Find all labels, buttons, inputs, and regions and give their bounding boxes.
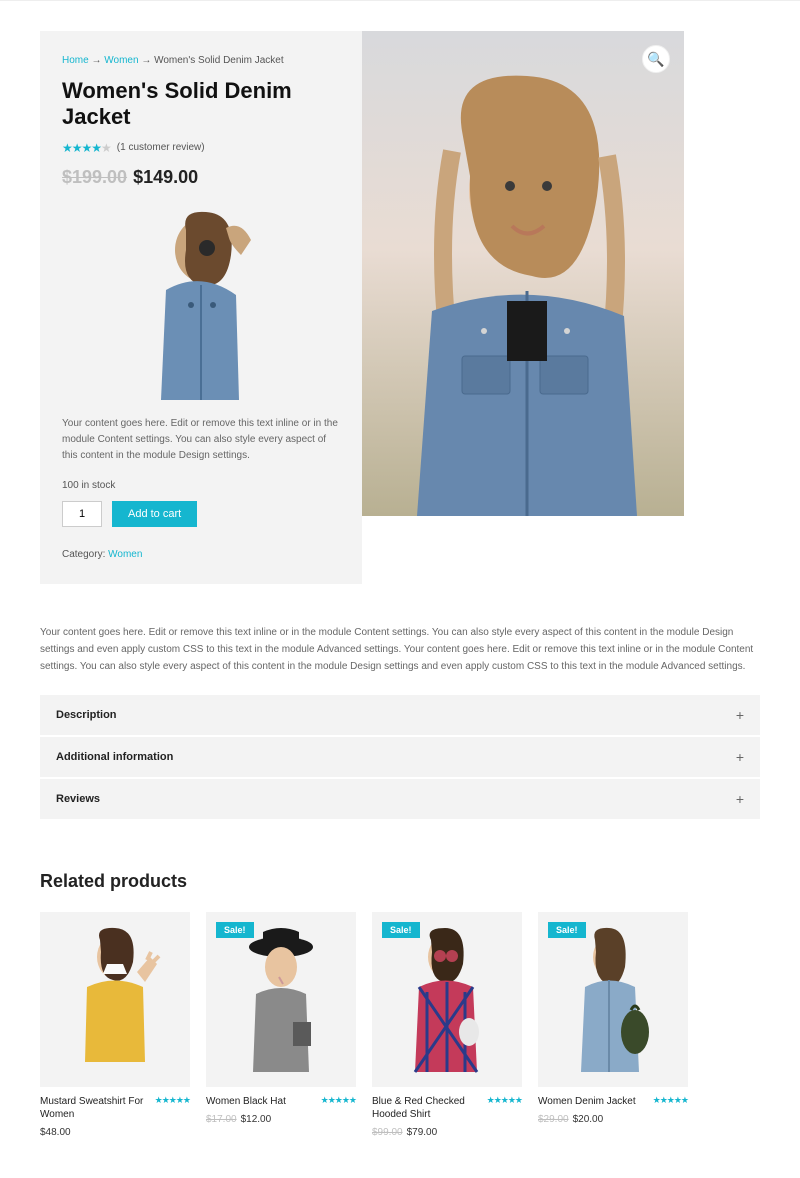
star-rating: ★★★★★ bbox=[62, 141, 111, 155]
related-heading: Related products bbox=[40, 871, 760, 892]
plus-icon: + bbox=[736, 707, 744, 723]
plus-icon: + bbox=[736, 791, 744, 807]
product-card[interactable]: Sale! Blue & Red Checked Hooded Shirt ★★… bbox=[372, 912, 522, 1138]
related-products: Mustard Sweatshirt For Women ★★★★★ $48.0… bbox=[40, 912, 760, 1138]
sale-badge: Sale! bbox=[382, 922, 420, 938]
reviews-link[interactable]: (1 customer review) bbox=[117, 142, 205, 153]
short-description: Your content goes here. Edit or remove t… bbox=[62, 416, 340, 464]
add-to-cart-button[interactable]: Add to cart bbox=[112, 501, 197, 527]
product-info-panel: Home → Women → Women's Solid Denim Jacke… bbox=[40, 31, 362, 584]
product-main-image[interactable]: 🔍 bbox=[362, 31, 684, 516]
card-title: Mustard Sweatshirt For Women bbox=[40, 1095, 149, 1121]
breadcrumb: Home → Women → Women's Solid Denim Jacke… bbox=[62, 55, 340, 66]
card-title: Women Black Hat bbox=[206, 1095, 315, 1108]
product-meta: Category: Women bbox=[62, 549, 340, 560]
sale-badge: Sale! bbox=[548, 922, 586, 938]
product-tabs: Description+ Additional information+ Rev… bbox=[40, 695, 760, 821]
tab-reviews[interactable]: Reviews+ bbox=[40, 779, 760, 821]
product-card[interactable]: Sale! Women Black Hat ★★★★★ $17.00$12.00 bbox=[206, 912, 356, 1138]
card-title: Blue & Red Checked Hooded Shirt bbox=[372, 1095, 481, 1121]
star-rating: ★★★★★ bbox=[155, 1095, 190, 1106]
stock-status: 100 in stock bbox=[62, 480, 340, 491]
tab-description[interactable]: Description+ bbox=[40, 695, 760, 737]
star-rating: ★★★★★ bbox=[487, 1095, 522, 1106]
breadcrumb-home[interactable]: Home bbox=[62, 55, 89, 66]
product-thumbnail bbox=[62, 200, 340, 400]
sale-badge: Sale! bbox=[216, 922, 254, 938]
product-price: $199.00$149.00 bbox=[62, 167, 340, 188]
star-rating: ★★★★★ bbox=[321, 1095, 356, 1106]
plus-icon: + bbox=[736, 749, 744, 765]
product-card[interactable]: Mustard Sweatshirt For Women ★★★★★ $48.0… bbox=[40, 912, 190, 1138]
quantity-input[interactable] bbox=[62, 501, 102, 527]
card-price: $29.00$20.00 bbox=[538, 1114, 688, 1125]
card-price: $17.00$12.00 bbox=[206, 1114, 356, 1125]
tab-additional-info[interactable]: Additional information+ bbox=[40, 737, 760, 779]
product-card[interactable]: Sale! Women Denim Jacket ★★★★★ $29.00$20… bbox=[538, 912, 688, 1138]
long-description: Your content goes here. Edit or remove t… bbox=[40, 624, 760, 675]
card-price: $99.00$79.00 bbox=[372, 1127, 522, 1138]
category-link[interactable]: Women bbox=[108, 549, 142, 560]
zoom-icon[interactable]: 🔍 bbox=[642, 45, 670, 73]
star-rating: ★★★★★ bbox=[653, 1095, 688, 1106]
card-price: $48.00 bbox=[40, 1127, 190, 1138]
breadcrumb-category[interactable]: Women bbox=[104, 55, 138, 66]
product-title: Women's Solid Denim Jacket bbox=[62, 78, 340, 131]
breadcrumb-current: Women's Solid Denim Jacket bbox=[154, 55, 284, 66]
card-title: Women Denim Jacket bbox=[538, 1095, 647, 1108]
